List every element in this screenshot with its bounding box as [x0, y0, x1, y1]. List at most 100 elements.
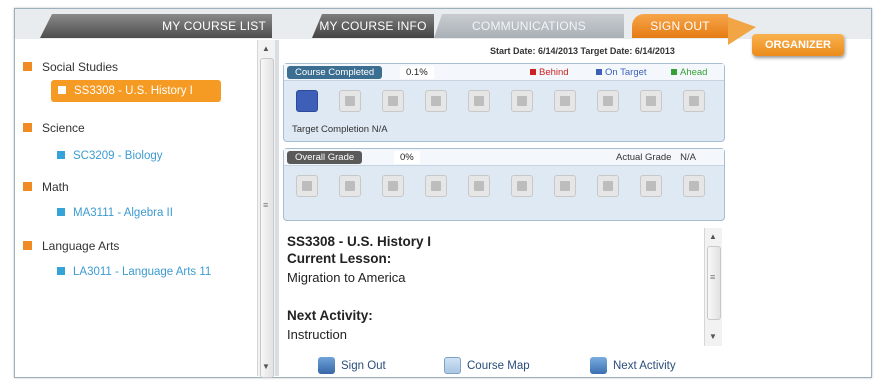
tab-my-course-info[interactable]: MY COURSE INFO: [312, 14, 434, 38]
subject-language-arts: Language Arts: [23, 239, 119, 253]
footer-next-activity-button[interactable]: Next Activity: [590, 356, 676, 376]
scroll-up-arrow-icon[interactable]: ▲: [709, 232, 717, 241]
course-label: LA3011 - Language Arts 11: [73, 266, 212, 278]
panel-divider: [275, 40, 279, 376]
legend-on-target: On Target: [596, 67, 647, 78]
grip-icon: ≡: [710, 272, 716, 282]
course-dates: Start Date: 6/14/2013 Target Date: 6/14/…: [490, 46, 675, 56]
progress-tile: [597, 90, 619, 112]
legend-ahead: Ahead: [671, 67, 707, 78]
target-completion-value: N/A: [371, 124, 388, 135]
lesson-course-title: SS3308 - U.S. History I: [287, 234, 432, 249]
subject-label: Science: [42, 121, 85, 135]
scroll-down-arrow-icon[interactable]: ▼: [262, 362, 270, 371]
subject-label: Math: [42, 180, 69, 194]
progress-tile-inner: [517, 181, 527, 191]
legend-ahead-swatch-icon: [671, 69, 677, 75]
subject-science: Science: [23, 121, 85, 135]
subject-math: Math: [23, 180, 69, 194]
progress-tile-inner: [646, 96, 656, 106]
progress-tile-inner: [560, 181, 570, 191]
target-completion-label: Target Completion: [292, 124, 370, 135]
progress-tile-complete: [296, 90, 318, 112]
progress-tile-inner: [689, 96, 699, 106]
legend-behind: Behind: [530, 67, 569, 78]
footer-course-map-button[interactable]: Course Map: [444, 356, 530, 376]
course-list-scrollbar[interactable]: ▲ ≡ ▼: [257, 40, 275, 378]
organizer-button[interactable]: ORGANIZER: [752, 34, 844, 56]
progress-tile: [339, 175, 361, 197]
course-item-ss3308[interactable]: SS3308 - U.S. History I: [51, 80, 221, 102]
progress-tile-inner: [345, 96, 355, 106]
scrollbar-thumb[interactable]: [260, 58, 274, 378]
progress-tile-inner: [560, 96, 570, 106]
tab-communications[interactable]: COMMUNICATIONS: [434, 14, 624, 38]
legend-behind-label: Behind: [539, 67, 569, 78]
course-item-sc3209[interactable]: SC3209 - Biology: [57, 150, 163, 162]
progress-tile: [683, 90, 705, 112]
legend-on-target-label: On Target: [605, 67, 647, 78]
progress-tile: [339, 90, 361, 112]
progress-tile-inner: [646, 181, 656, 191]
course-bullet-icon: [57, 151, 65, 159]
current-lesson-value: Migration to America: [287, 270, 406, 285]
lesson-details: SS3308 - U.S. History I Current Lesson: …: [283, 228, 703, 346]
next-activity-value: Instruction: [287, 327, 347, 342]
progress-tile-inner: [474, 96, 484, 106]
legend-behind-swatch-icon: [530, 69, 536, 75]
scroll-down-arrow-icon[interactable]: ▼: [709, 332, 717, 341]
progress-tile-inner: [603, 181, 613, 191]
footer-sign-out-button[interactable]: Sign Out: [318, 356, 386, 376]
footer-course-map-label: Course Map: [467, 360, 530, 372]
target-completion: Target Completion N/A: [292, 124, 388, 135]
course-bullet-icon: [57, 267, 65, 275]
progress-tile-inner: [603, 96, 613, 106]
subject-bullet-icon: [23, 182, 32, 191]
progress-tile-inner: [302, 181, 312, 191]
progress-tile: [468, 175, 490, 197]
progress-tile: [425, 175, 447, 197]
progress-tile: [640, 175, 662, 197]
tab-sign-out[interactable]: SIGN OUT: [632, 14, 728, 38]
progress-tile: [597, 175, 619, 197]
lesson-scrollbar[interactable]: ▲ ≡ ▼: [704, 228, 722, 346]
course-label: MA3111 - Algebra II: [73, 207, 173, 219]
subject-bullet-icon: [23, 123, 32, 132]
next-activity-icon: [590, 357, 607, 375]
progress-tile-inner: [302, 96, 312, 106]
legend-on-target-swatch-icon: [596, 69, 602, 75]
subject-bullet-icon: [23, 241, 32, 250]
course-label: SS3308 - U.S. History I: [74, 85, 193, 97]
course-item-la3011[interactable]: LA3011 - Language Arts 11: [57, 266, 211, 278]
progress-tile: [640, 90, 662, 112]
overall-grade-box: Overall Grade 0% Actual Grade N/A: [283, 148, 725, 221]
scroll-up-arrow-icon[interactable]: ▲: [262, 44, 270, 53]
grip-icon: ≡: [263, 200, 269, 210]
progress-tile-inner: [431, 181, 441, 191]
tab-my-course-list[interactable]: MY COURSE LIST: [40, 14, 272, 38]
scrollbar-thumb[interactable]: [707, 246, 721, 320]
progress-tile: [511, 90, 533, 112]
footer-next-activity-label: Next Activity: [613, 360, 676, 372]
subject-label: Social Studies: [42, 60, 119, 74]
course-map-icon: [444, 357, 461, 375]
legend-ahead-label: Ahead: [680, 67, 708, 78]
subject-label: Language Arts: [42, 239, 120, 253]
subject-social-studies: Social Studies: [23, 60, 118, 74]
progress-tile-inner: [388, 181, 398, 191]
progress-tile-inner: [474, 181, 484, 191]
progress-tile-inner: [689, 181, 699, 191]
sign-out-icon: [318, 357, 335, 375]
progress-tile-inner: [431, 96, 441, 106]
course-completed-value: 0.1%: [400, 66, 434, 79]
next-activity-heading: Next Activity:: [287, 308, 373, 323]
actual-grade-value: N/A: [680, 152, 696, 163]
course-bullet-icon: [58, 86, 66, 94]
course-item-ma3111[interactable]: MA3111 - Algebra II: [57, 207, 173, 219]
progress-tile: [511, 175, 533, 197]
progress-tile: [382, 90, 404, 112]
progress-tile: [554, 175, 576, 197]
actual-grade-label: Actual Grade: [616, 152, 672, 163]
course-completed-box: Course Completed 0.1% Behind On Target A…: [283, 63, 725, 142]
progress-tile-inner: [517, 96, 527, 106]
